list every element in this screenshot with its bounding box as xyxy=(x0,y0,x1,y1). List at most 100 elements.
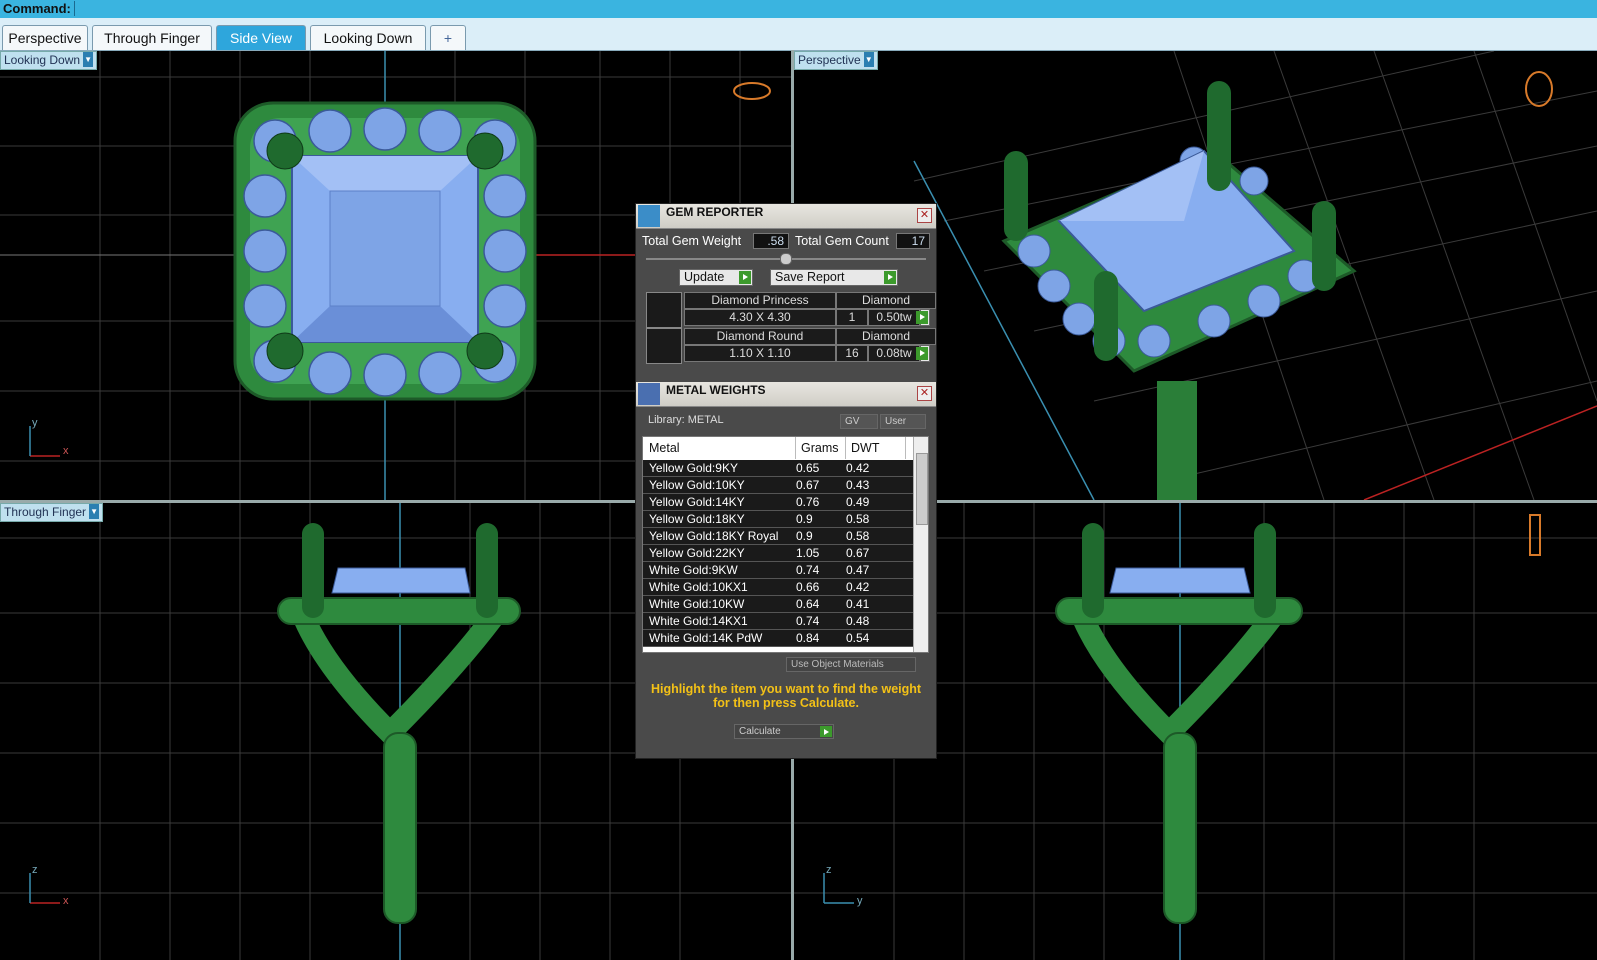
metal-weights-title: METAL WEIGHTS xyxy=(666,383,766,397)
viewport-label-text: Through Finger xyxy=(4,505,87,519)
metal-name: Yellow Gold:22KY xyxy=(649,546,745,560)
viewport-label-looking-down[interactable]: Looking Down ▼ xyxy=(0,51,98,70)
table-row[interactable]: Yellow Gold:22KY 1.05 0.67 xyxy=(643,545,913,562)
gem-detail-button[interactable] xyxy=(916,309,930,326)
gem-name: Diamond Princess xyxy=(684,292,836,309)
use-object-materials-toggle[interactable]: Use Object Materials xyxy=(786,657,916,672)
total-gem-weight-label: Total Gem Weight xyxy=(642,234,742,248)
metal-name: Yellow Gold:18KY Royal xyxy=(649,529,779,543)
metal-grams: 0.74 xyxy=(796,614,820,628)
metal-grams: 0.9 xyxy=(796,512,813,526)
axis-z-label: z xyxy=(826,864,832,876)
table-row[interactable]: White Gold:14KX1 0.74 0.48 xyxy=(643,613,913,630)
table-row[interactable]: Yellow Gold:14KY 0.76 0.49 xyxy=(643,494,913,511)
user-toggle[interactable]: User xyxy=(880,414,926,429)
viewport-label-text: Looking Down xyxy=(4,53,81,67)
scrollbar-thumb[interactable] xyxy=(916,453,928,525)
calculate-hint: Highlight the item you want to find the … xyxy=(650,682,922,710)
axis-x-label: x xyxy=(63,895,69,907)
metal-weights-panel: METAL WEIGHTS ✕ Library: METAL GV User M… xyxy=(636,382,936,758)
metal-dwt: 0.47 xyxy=(846,563,870,577)
save-report-button[interactable]: Save Report xyxy=(770,269,898,286)
gem-row[interactable]: Diamond Round Diamond 1.10 X 1.10 16 0.0… xyxy=(646,328,936,364)
table-row[interactable]: White Gold:9KW 0.74 0.47 xyxy=(643,562,913,579)
tab-side-view[interactable]: Side View xyxy=(216,25,306,50)
metal-dwt: 0.58 xyxy=(846,512,870,526)
viewport-label-perspective[interactable]: Perspective ▼ xyxy=(794,51,878,70)
gem-detail-button[interactable] xyxy=(916,345,930,362)
metal-grams: 0.74 xyxy=(796,563,820,577)
gem-reporter-title: GEM REPORTER xyxy=(666,205,764,219)
play-icon xyxy=(916,347,928,360)
table-row[interactable]: Yellow Gold:10KY 0.67 0.43 xyxy=(643,477,913,494)
add-tab-button[interactable]: + xyxy=(430,25,466,50)
viewport-label-through-finger[interactable]: Through Finger ▼ xyxy=(0,503,104,522)
metal-grams: 0.84 xyxy=(796,631,820,645)
table-row[interactable]: Yellow Gold:18KY Royal 0.9 0.58 xyxy=(643,528,913,545)
metal-name: Yellow Gold:18KY xyxy=(649,512,745,526)
chevron-down-icon[interactable]: ▼ xyxy=(863,52,874,67)
chevron-down-icon[interactable]: ▼ xyxy=(89,504,100,519)
command-input[interactable] xyxy=(74,1,1580,16)
metal-name: White Gold:10KX1 xyxy=(649,580,748,594)
metal-dwt: 0.58 xyxy=(846,529,870,543)
column-header-metal[interactable]: Metal xyxy=(643,437,796,459)
play-icon xyxy=(820,726,832,737)
gem-weight: 0.08tw xyxy=(868,345,920,362)
table-row[interactable]: White Gold:14K PdW 0.84 0.54 xyxy=(643,630,913,647)
gem-slider-handle[interactable] xyxy=(780,253,792,265)
play-icon xyxy=(739,271,751,284)
column-header-dwt[interactable]: DWT xyxy=(846,437,906,459)
gem-row[interactable]: Diamond Princess Diamond 4.30 X 4.30 1 0… xyxy=(646,292,936,328)
command-label: Command: xyxy=(3,1,71,16)
gem-size: 1.10 X 1.10 xyxy=(684,345,836,362)
axis-y-label: y xyxy=(857,895,863,907)
metal-name: White Gold:9KW xyxy=(649,563,738,577)
table-row[interactable]: Yellow Gold:18KY 0.9 0.58 xyxy=(643,511,913,528)
metal-grams: 0.67 xyxy=(796,478,820,492)
gem-reporter-titlebar[interactable]: GEM REPORTER ✕ xyxy=(636,204,936,229)
gem-size: 4.30 X 4.30 xyxy=(684,309,836,326)
tab-perspective[interactable]: Perspective xyxy=(2,25,88,50)
gem-count: 16 xyxy=(836,345,868,362)
metal-name: Yellow Gold:14KY xyxy=(649,495,745,509)
table-row[interactable]: White Gold:10KW 0.64 0.41 xyxy=(643,596,913,613)
play-icon xyxy=(916,311,928,324)
gv-toggle[interactable]: GV xyxy=(840,414,878,429)
metal-name: White Gold:10KW xyxy=(649,597,745,611)
metal-name: White Gold:14KX1 xyxy=(649,614,748,628)
metal-dwt: 0.43 xyxy=(846,478,870,492)
metal-weights-titlebar[interactable]: METAL WEIGHTS ✕ xyxy=(636,382,936,407)
gv-label: GV xyxy=(845,416,860,427)
total-gem-count-value: 17 xyxy=(896,233,930,249)
gem-material: Diamond xyxy=(836,328,936,345)
tab-looking-down[interactable]: Looking Down xyxy=(310,25,426,50)
metal-weights-icon xyxy=(638,383,660,405)
update-button[interactable]: Update xyxy=(679,269,753,286)
command-bar: Command: xyxy=(0,0,1597,18)
scrollbar[interactable] xyxy=(913,437,928,652)
axis-y-label: y xyxy=(32,417,38,429)
metal-dwt: 0.54 xyxy=(846,631,870,645)
save-report-label: Save Report xyxy=(775,270,845,284)
total-gem-weight-value: .58 xyxy=(753,233,789,249)
metal-name: Yellow Gold:9KY xyxy=(649,461,738,475)
table-row[interactable]: Yellow Gold:9KY 0.65 0.42 xyxy=(643,460,913,477)
tab-through-finger[interactable]: Through Finger xyxy=(92,25,212,50)
gem-reporter-panel: GEM REPORTER ✕ Total Gem Weight .58 Tota… xyxy=(635,203,937,759)
update-button-label: Update xyxy=(684,270,725,284)
metal-dwt: 0.48 xyxy=(846,614,870,628)
close-icon[interactable]: ✕ xyxy=(917,386,932,401)
chevron-down-icon[interactable]: ▼ xyxy=(83,52,94,67)
column-header-grams[interactable]: Grams xyxy=(796,437,846,459)
viewport-label-text: Perspective xyxy=(798,53,861,67)
metal-dwt: 0.42 xyxy=(846,580,870,594)
library-label: Library: METAL xyxy=(648,414,724,426)
close-icon[interactable]: ✕ xyxy=(917,208,932,223)
round-diamond-icon xyxy=(646,328,682,364)
calculate-button[interactable]: Calculate xyxy=(734,724,834,739)
axis-z-label: z xyxy=(32,864,38,876)
metal-grams: 0.64 xyxy=(796,597,820,611)
table-row[interactable]: White Gold:10KX1 0.66 0.42 xyxy=(643,579,913,596)
metal-name: Yellow Gold:10KY xyxy=(649,478,745,492)
